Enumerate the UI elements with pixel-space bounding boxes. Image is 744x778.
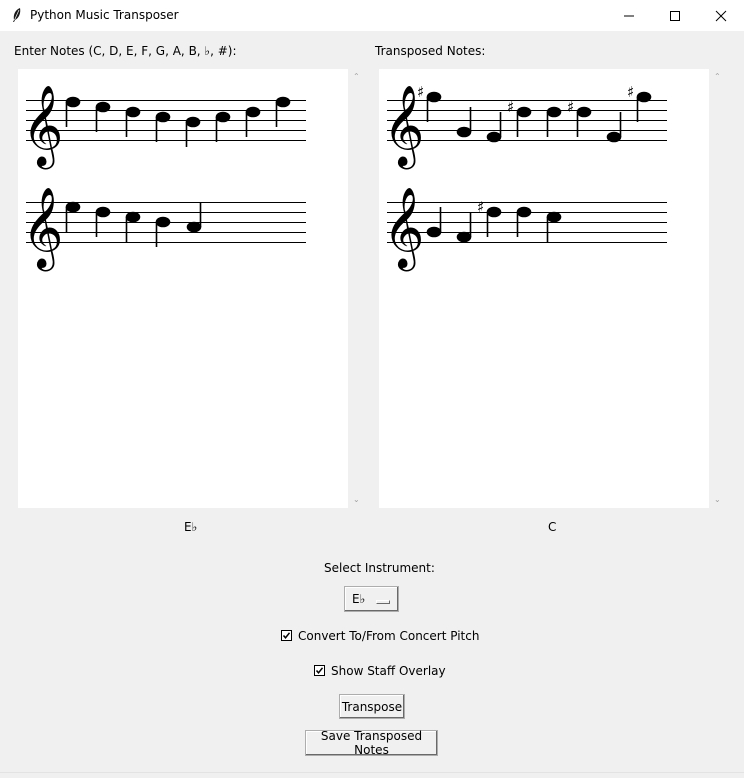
checkmark-icon	[282, 632, 291, 639]
sharp-icon: ♯	[627, 83, 634, 101]
transposed-notes-label: Transposed Notes:	[375, 44, 486, 58]
checkmark-icon	[315, 667, 324, 674]
concert-pitch-checkbox[interactable]	[281, 630, 292, 641]
dropdown-indicator-icon	[376, 600, 390, 604]
sharp-icon: ♯	[477, 198, 484, 216]
treble-clef-icon: 𝄞	[22, 84, 63, 169]
feather-icon	[9, 7, 25, 23]
staff-overlay-checkbox[interactable]	[314, 665, 325, 676]
minimize-icon	[624, 15, 634, 17]
transpose-button[interactable]: Transpose	[339, 694, 405, 719]
concert-pitch-label[interactable]: Convert To/From Concert Pitch	[298, 629, 479, 643]
instrument-select[interactable]: E♭	[344, 586, 399, 612]
sharp-icon: ♯	[417, 83, 424, 101]
transposed-notes-canvas[interactable]: 𝄞 ♯ ♯ ♯ ♯ 𝄞 ♯	[379, 69, 709, 508]
treble-clef-icon: 𝄞	[22, 186, 63, 271]
scroll-up-icon[interactable]: ⌃	[714, 72, 721, 81]
close-button[interactable]	[698, 0, 744, 31]
window-bottom-edge	[0, 772, 744, 778]
transposed-staff-notation: 𝄞 ♯ ♯ ♯ ♯ 𝄞 ♯	[383, 83, 667, 271]
sharp-icon: ♯	[507, 98, 514, 116]
input-notes-label: Enter Notes (C, D, E, F, G, A, B, ♭, #):	[14, 44, 237, 58]
transposed-key-label: C	[548, 520, 557, 534]
transposed-canvas-scrollbar[interactable]: ⌃ ⌄	[710, 69, 725, 508]
title-bar: Python Music Transposer	[0, 0, 744, 31]
maximize-icon	[670, 11, 680, 21]
input-canvas-scrollbar[interactable]: ⌃ ⌄	[349, 69, 364, 508]
close-icon	[715, 10, 727, 22]
save-transposed-notes-button[interactable]: Save Transposed Notes	[305, 729, 438, 757]
input-notes-canvas[interactable]: 𝄞 𝄞	[18, 69, 348, 508]
minimize-button[interactable]	[606, 0, 652, 31]
input-staff-notation: 𝄞 𝄞	[22, 84, 306, 271]
treble-clef-icon: 𝄞	[383, 186, 424, 271]
sharp-icon: ♯	[567, 98, 574, 116]
instrument-select-value: E♭	[352, 592, 366, 606]
scroll-down-icon[interactable]: ⌄	[353, 495, 360, 504]
window-title: Python Music Transposer	[30, 8, 179, 22]
staff-overlay-label[interactable]: Show Staff Overlay	[331, 664, 446, 678]
instrument-label: Select Instrument:	[324, 561, 435, 575]
input-key-label: E♭	[184, 520, 198, 534]
scroll-down-icon[interactable]: ⌄	[714, 495, 721, 504]
maximize-button[interactable]	[652, 0, 698, 31]
scroll-up-icon[interactable]: ⌃	[353, 72, 360, 81]
